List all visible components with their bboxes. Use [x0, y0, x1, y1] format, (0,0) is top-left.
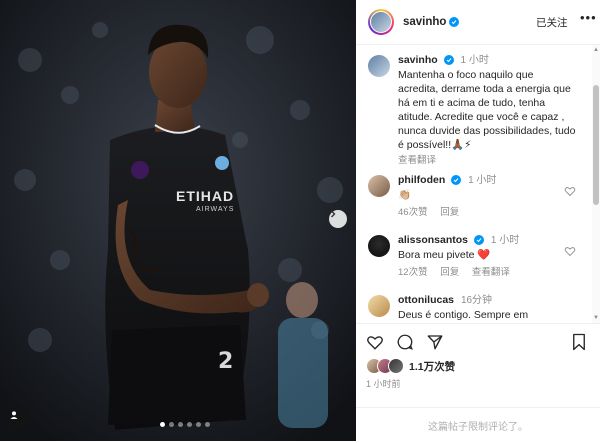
comment-text: Bora meu pivete ❤️	[398, 249, 491, 261]
follow-status-button[interactable]: 已关注	[536, 15, 568, 30]
caption-translate-link[interactable]: 查看翻译	[398, 155, 436, 166]
carousel-dot	[169, 422, 174, 427]
share-icon[interactable]	[426, 333, 444, 351]
comment-reply-button[interactable]: 回复	[440, 267, 459, 278]
comment-time: 1 小时	[468, 175, 497, 186]
comment-likes[interactable]: 46次赞	[398, 207, 428, 218]
comment-icon[interactable]	[396, 333, 414, 351]
verified-badge-icon	[473, 235, 484, 246]
player-photo: 2	[0, 0, 356, 441]
carousel-dot	[178, 422, 183, 427]
heart-icon[interactable]	[564, 245, 576, 257]
verified-badge-icon	[451, 175, 462, 186]
commenter-avatar[interactable]	[368, 295, 390, 317]
heart-icon[interactable]	[564, 185, 576, 197]
caption-time: 1 小时	[460, 55, 489, 66]
scroll-up-arrow-icon[interactable]: ▲	[593, 47, 599, 53]
carousel-dot	[187, 422, 192, 427]
comment-block: ottonilucas 16分钟 Deus é contigo. Sempre …	[398, 293, 576, 322]
heart-icon[interactable]	[366, 333, 384, 351]
commenter-avatar[interactable]	[368, 175, 390, 197]
liker-avatar	[388, 358, 404, 374]
comments-scrollbar[interactable]: ▲ ▼	[592, 45, 600, 323]
comment-username[interactable]: ottonilucas	[398, 294, 454, 306]
post-actions: 1.1万次赞 1 小时前 这篇帖子限制评论了。	[356, 323, 600, 442]
tagged-users-button[interactable]	[9, 410, 27, 428]
comments-restricted-notice: 这篇帖子限制评论了。	[356, 407, 600, 443]
user-tag-icon	[10, 411, 18, 419]
carousel-dot	[205, 422, 210, 427]
comments-list[interactable]: savinho 1 小时 Mantenha o foco naquilo que…	[356, 45, 592, 323]
comment-text: Deus é contigo. Sempre em	[398, 309, 529, 321]
carousel-indicator	[160, 422, 210, 427]
post-header: savinho 已关注 •••	[356, 0, 600, 45]
comment-time: 16分钟	[460, 295, 493, 306]
post-media[interactable]: 2 ETIHAD AIRWAYS	[0, 0, 356, 441]
post-side-panel: savinho 已关注 ••• savinho 1 小时 Mantenha o …	[356, 0, 600, 441]
comment-text: 👏🏼	[398, 189, 412, 201]
likes-summary[interactable]: 1.1万次赞	[366, 358, 455, 374]
likes-count[interactable]: 1.1万次赞	[409, 359, 455, 374]
author-username[interactable]: savinho	[403, 16, 446, 28]
caption-username[interactable]: savinho	[398, 54, 438, 66]
comment-block: philfoden 1 小时 👏🏼 46次赞 回复	[398, 173, 576, 220]
author-avatar[interactable]	[368, 9, 394, 35]
caption-text: Mantenha o foco naquilo que acredita, de…	[398, 69, 576, 151]
svg-text:2: 2	[218, 349, 233, 374]
caption-block: savinho 1 小时 Mantenha o foco naquilo que…	[398, 53, 576, 168]
scroll-down-arrow-icon[interactable]: ▼	[593, 315, 599, 321]
comment-username[interactable]: philfoden	[398, 174, 445, 186]
carousel-dot	[196, 422, 201, 427]
comment-time: 1 小时	[490, 235, 520, 246]
bookmark-icon[interactable]	[571, 333, 587, 351]
next-media-button[interactable]	[329, 210, 347, 228]
jersey-sponsor-text: ETIHAD	[176, 188, 235, 204]
commenter-avatar[interactable]	[368, 235, 390, 257]
verified-badge-icon	[449, 17, 460, 27]
carousel-dot	[160, 422, 165, 427]
chevron-right-icon	[331, 210, 336, 218]
comment-reply-button[interactable]: 回复	[440, 207, 459, 218]
scrollbar-thumb[interactable]	[593, 85, 599, 205]
comment-block: alissonsantos 1 小时 Bora meu pivete ❤️ 12…	[398, 233, 576, 280]
jersey-sponsor-subtext: AIRWAYS	[196, 206, 235, 213]
verified-badge-icon	[443, 55, 454, 66]
comment-username[interactable]: alissonsantos	[398, 234, 468, 246]
comment-translate-link[interactable]: 查看翻译	[472, 267, 510, 278]
post-timestamp: 1 小时前	[366, 379, 401, 389]
comment-likes[interactable]: 12次赞	[398, 267, 428, 278]
more-options-icon[interactable]: •••	[580, 10, 597, 25]
post-dialog: 2 ETIHAD AIRWAYS savinho 已关注 ••• savinho…	[0, 0, 600, 441]
author-avatar-small[interactable]	[368, 55, 390, 77]
